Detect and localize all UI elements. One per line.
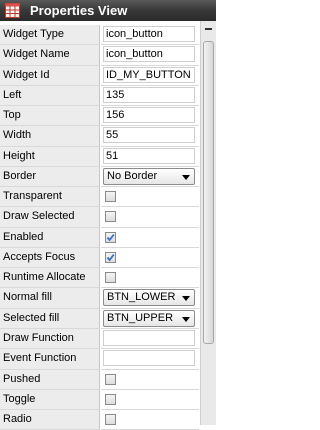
property-row-toggle: Toggle [0, 389, 199, 411]
property-value-cell [101, 227, 199, 248]
property-label: Widget Id [0, 65, 100, 86]
property-label: Normal fill [0, 288, 100, 309]
property-value-cell: BTN_LOWER [101, 288, 199, 309]
property-row-height: Height 51 [0, 146, 199, 167]
property-row-radio: Radio [0, 410, 199, 430]
property-row-widget-id: Widget Id ID_MY_BUTTON [0, 65, 199, 86]
runtime-allocate-checkbox[interactable] [105, 272, 116, 284]
property-value-cell: 51 [101, 146, 199, 167]
property-row-draw-function: Draw Function [0, 328, 199, 350]
property-label: Enabled [0, 227, 100, 248]
property-label: Draw Selected [0, 207, 100, 228]
property-row-top: Top 156 [0, 106, 199, 127]
property-row-accepts-focus: Accepts Focus [0, 247, 199, 269]
vertical-scrollbar[interactable] [200, 21, 216, 425]
property-value-cell: 135 [101, 85, 199, 107]
property-label: Left [0, 85, 100, 107]
property-label: Widget Name [0, 45, 100, 66]
property-row-transparent: Transparent [0, 187, 199, 208]
property-label: Toggle [0, 389, 100, 411]
widget-id-input[interactable]: ID_MY_BUTTON [103, 66, 195, 83]
property-value-cell [101, 389, 199, 411]
property-label: Border [0, 166, 100, 188]
property-value-cell [101, 207, 199, 228]
widget-name-input[interactable]: icon_button [103, 46, 195, 63]
property-value-cell [101, 247, 199, 269]
property-value-cell: ID_MY_BUTTON [101, 65, 199, 86]
property-row-selected-fill: Selected fill BTN_UPPER [0, 308, 199, 329]
property-label: Width [0, 126, 100, 147]
accepts-focus-checkbox[interactable] [105, 251, 116, 263]
top-input[interactable]: 156 [103, 107, 195, 124]
property-value-cell: icon_button [101, 45, 199, 66]
normal-fill-select[interactable]: BTN_LOWER [103, 289, 195, 307]
property-value-cell: 55 [101, 126, 199, 147]
scrollbar-thumb[interactable] [203, 41, 214, 344]
checkmark-icon [106, 253, 115, 262]
property-label: Draw Function [0, 328, 100, 350]
radio-checkbox[interactable] [105, 414, 116, 426]
draw-function-input[interactable] [103, 329, 195, 346]
transparent-checkbox[interactable] [105, 191, 116, 203]
enabled-checkbox[interactable] [105, 231, 116, 243]
chevron-down-icon [182, 316, 190, 322]
properties-window: Properties View Widget Type icon_button Wi… [0, 0, 216, 430]
chevron-down-icon [182, 296, 190, 302]
property-value-cell [101, 410, 199, 430]
property-row-width: Width 55 [0, 126, 199, 147]
property-row-widget-name: Widget Name icon_button [0, 45, 199, 66]
property-label: Event Function [0, 349, 100, 370]
property-value-cell: 156 [101, 106, 199, 127]
scroll-up-icon[interactable] [201, 21, 216, 37]
event-function-input[interactable] [103, 350, 195, 367]
left-input[interactable]: 135 [103, 86, 195, 103]
property-value-cell: BTN_UPPER [101, 308, 199, 329]
property-value-cell [101, 187, 199, 208]
draw-selected-checkbox[interactable] [105, 211, 116, 223]
height-input[interactable]: 51 [103, 147, 195, 164]
property-value-cell [101, 349, 199, 370]
property-row-widget-type: Widget Type icon_button [0, 25, 199, 46]
property-row-normal-fill: Normal fill BTN_LOWER [0, 288, 199, 309]
title-bar: Properties View [0, 0, 216, 21]
property-label: Runtime Allocate [0, 268, 100, 289]
property-value-cell [101, 328, 199, 350]
property-value-cell [101, 268, 199, 289]
property-label: Selected fill [0, 308, 100, 329]
property-label: Widget Type [0, 25, 100, 46]
property-label: Accepts Focus [0, 247, 100, 269]
toggle-checkbox[interactable] [105, 393, 116, 405]
widget-type-input[interactable]: icon_button [103, 26, 195, 42]
border-select[interactable]: No Border [103, 167, 195, 185]
property-row-pushed: Pushed [0, 369, 199, 390]
width-input[interactable]: 55 [103, 127, 195, 144]
window-title: Properties View [30, 3, 128, 18]
property-row-event-function: Event Function [0, 349, 199, 370]
property-label: Pushed [0, 369, 100, 390]
property-row-draw-selected: Draw Selected [0, 207, 199, 228]
property-row-border: Border No Border [0, 166, 199, 188]
property-grid: Widget Type icon_button Widget Name icon_bu… [0, 25, 199, 430]
property-value-cell: No Border [101, 166, 199, 188]
property-row-runtime-allocate: Runtime Allocate [0, 268, 199, 289]
checkmark-icon [106, 233, 115, 242]
property-label: Height [0, 146, 100, 167]
property-value-cell [101, 369, 199, 390]
property-label: Transparent [0, 187, 100, 208]
select-value: No Border [107, 169, 158, 182]
property-row-enabled: Enabled [0, 227, 199, 248]
property-row-left: Left 135 [0, 85, 199, 107]
pushed-checkbox[interactable] [105, 373, 116, 385]
property-value-cell: icon_button [101, 25, 199, 46]
select-value: BTN_UPPER [107, 311, 174, 324]
grid-icon [5, 3, 20, 18]
property-label: Radio [0, 410, 100, 430]
select-value: BTN_LOWER [107, 291, 176, 304]
selected-fill-select[interactable]: BTN_UPPER [103, 309, 195, 327]
chevron-down-icon [182, 174, 190, 180]
property-label: Top [0, 106, 100, 127]
